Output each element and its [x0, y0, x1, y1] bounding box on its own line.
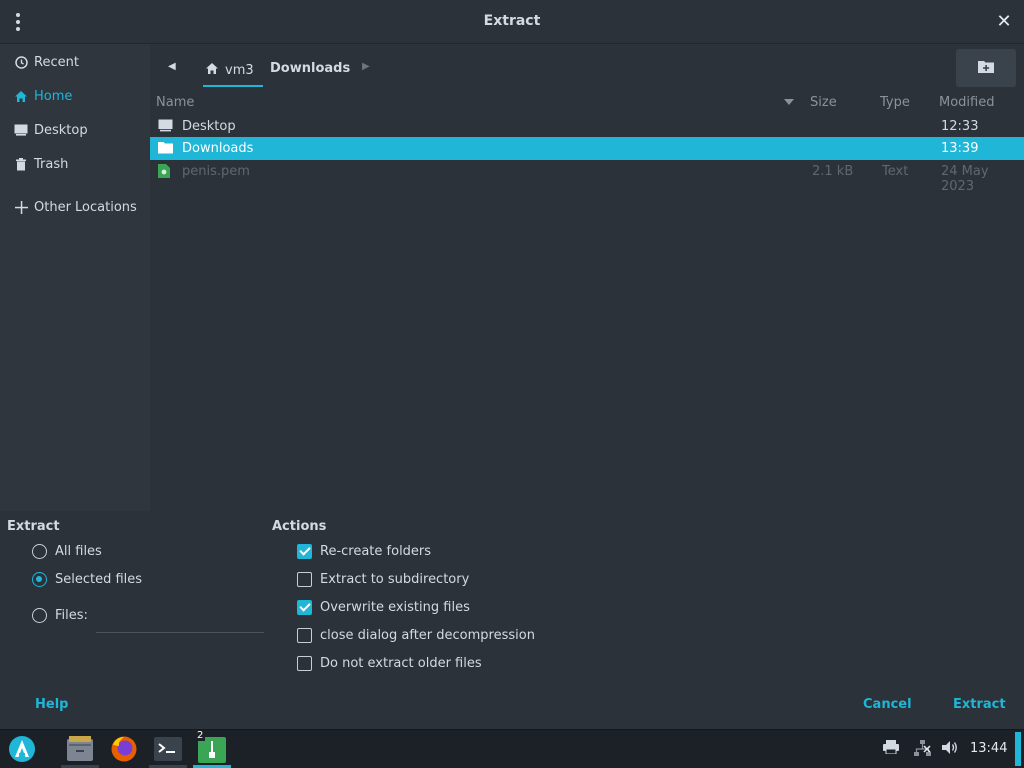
radio-all-files[interactable]: All files	[32, 541, 102, 561]
table-row[interactable]: Desktop 12:33	[150, 115, 1024, 138]
file-modified: 24 May 2023	[941, 164, 989, 194]
files-pattern-input[interactable]	[96, 632, 264, 633]
radio-button[interactable]	[32, 543, 47, 559]
checkbox-label: Extract to subdirectory	[320, 571, 470, 587]
terminal-icon[interactable]	[149, 734, 187, 768]
checkbox[interactable]	[297, 571, 312, 587]
archive-manager-icon[interactable]: 2	[193, 730, 231, 768]
extract-button[interactable]: Extract	[953, 697, 1006, 712]
sort-descending-icon	[784, 99, 794, 105]
checkbox[interactable]	[297, 599, 312, 615]
radio-label: Selected files	[55, 571, 143, 587]
file-type: Text	[882, 164, 909, 179]
sidebar-item-label: Trash	[34, 156, 69, 172]
column-header-modified[interactable]: Modified	[939, 95, 994, 113]
help-button[interactable]: Help	[35, 697, 68, 712]
file-name: Downloads	[182, 141, 254, 156]
checkbox-label: Re-create folders	[320, 543, 432, 559]
sidebar: Recent Home Desktop Trash Other Location…	[0, 44, 150, 511]
actions-heading: Actions	[272, 519, 327, 534]
extract-heading: Extract	[7, 519, 60, 534]
checkbox[interactable]	[297, 543, 312, 559]
chevron-left-icon[interactable]: ◀	[168, 58, 184, 76]
checkbox-recreate-folders[interactable]: Re-create folders	[297, 541, 431, 561]
column-header-size[interactable]: Size	[810, 95, 837, 113]
sidebar-item-label: Other Locations	[34, 199, 137, 215]
checkbox[interactable]	[297, 655, 312, 671]
cancel-button[interactable]: Cancel	[863, 697, 912, 712]
column-header-type[interactable]: Type	[880, 95, 910, 113]
file-size: 2.1 kB	[812, 164, 854, 179]
desktop-icon	[14, 123, 28, 137]
sidebar-item-recent[interactable]: Recent	[0, 47, 150, 77]
printer-icon[interactable]	[883, 740, 899, 758]
window-count-badge: 2	[195, 730, 206, 741]
checkbox-label: Overwrite existing files	[320, 599, 470, 615]
trash-icon	[14, 157, 28, 171]
extract-options-panel: Extract All files Selected files Files: …	[0, 511, 1024, 729]
column-header-name[interactable]: Name	[156, 95, 194, 113]
checkbox-overwrite-files[interactable]: Overwrite existing files	[297, 597, 470, 617]
sidebar-item-desktop[interactable]: Desktop	[0, 115, 150, 145]
radio-button[interactable]	[32, 607, 47, 623]
show-desktop-button[interactable]	[1015, 732, 1021, 766]
network-disconnected-icon[interactable]	[914, 740, 931, 761]
radio-files[interactable]: Files:	[32, 605, 88, 625]
home-icon	[205, 62, 219, 79]
radio-label: All files	[55, 543, 102, 559]
breadcrumb-home[interactable]: vm3	[203, 56, 263, 87]
taskbar: 2 13:44	[0, 729, 1024, 768]
clock[interactable]: 13:44	[970, 741, 1007, 756]
radio-button[interactable]	[32, 571, 47, 587]
new-folder-button[interactable]	[956, 49, 1016, 87]
checkbox-extract-subdirectory[interactable]: Extract to subdirectory	[297, 569, 469, 589]
folder-icon	[158, 141, 174, 155]
app-menu-icon[interactable]	[7, 734, 37, 764]
checkbox-label: close dialog after decompression	[320, 627, 535, 643]
table-row[interactable]: Downloads 13:39	[150, 137, 1024, 160]
checkbox-label: Do not extract older files	[320, 655, 482, 671]
file-list: Name Size Type Modified Desktop 12:33 Do…	[150, 90, 1024, 511]
breadcrumb-downloads[interactable]: Downloads	[270, 56, 350, 80]
volume-icon[interactable]	[942, 740, 959, 759]
checkbox-close-dialog[interactable]: close dialog after decompression	[297, 625, 535, 645]
file-name: penis.pem	[182, 164, 250, 179]
sidebar-item-home[interactable]: Home	[0, 81, 150, 111]
table-row[interactable]: penis.pem 2.1 kB Text 24 May 2023	[150, 160, 1024, 194]
checkbox[interactable]	[297, 627, 312, 643]
plus-icon	[14, 200, 28, 214]
desktop-icon	[158, 119, 174, 133]
radio-label: Files:	[55, 607, 88, 623]
title-bar: Extract ✕	[0, 0, 1024, 44]
checkbox-no-older-files[interactable]: Do not extract older files	[297, 653, 482, 673]
folder-new-icon	[978, 60, 994, 77]
sidebar-item-label: Desktop	[34, 122, 88, 138]
close-icon[interactable]: ✕	[992, 10, 1016, 34]
firefox-icon[interactable]	[109, 734, 139, 764]
chevron-right-icon[interactable]: ▶	[362, 58, 370, 76]
sidebar-item-other-locations[interactable]: Other Locations	[0, 192, 150, 222]
sidebar-item-label: Home	[34, 88, 73, 104]
path-bar: ◀ vm3 Downloads ▶	[150, 44, 1024, 90]
clock-icon	[14, 55, 28, 69]
sidebar-item-trash[interactable]: Trash	[0, 149, 150, 179]
file-name: Desktop	[182, 119, 236, 134]
home-icon	[14, 89, 28, 103]
sidebar-item-label: Recent	[34, 54, 79, 70]
breadcrumb-home-label: vm3	[225, 63, 254, 78]
certificate-file-icon	[158, 164, 174, 178]
window-title: Extract	[483, 13, 541, 29]
file-modified: 13:39	[941, 141, 979, 156]
radio-selected-files[interactable]: Selected files	[32, 569, 142, 589]
file-modified: 12:33	[941, 119, 979, 134]
file-manager-icon[interactable]	[61, 734, 99, 768]
